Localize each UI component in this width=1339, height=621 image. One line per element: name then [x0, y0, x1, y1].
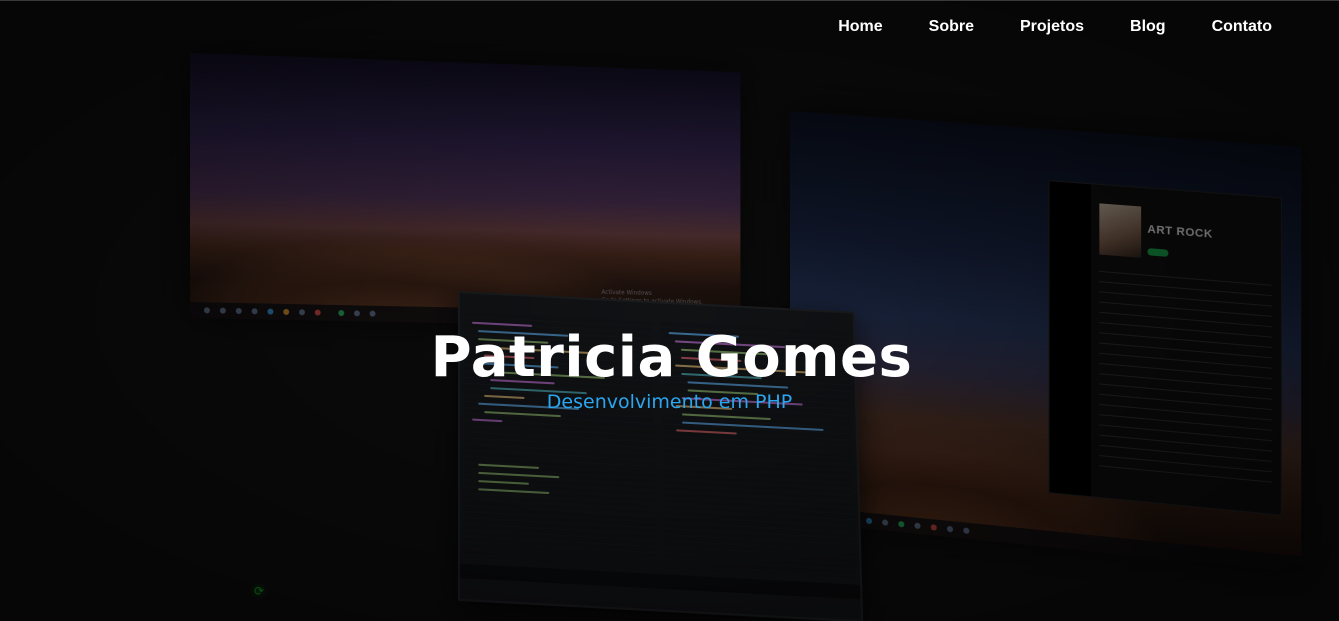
- nav-projetos-link[interactable]: Projetos: [997, 15, 1107, 39]
- nav-sobre-link[interactable]: Sobre: [906, 15, 997, 39]
- nav-home-link[interactable]: Home: [815, 15, 905, 39]
- hero-section: Activate Windows Go to Settings to activ…: [0, 0, 1339, 621]
- hero-title: Patricia Gomes: [430, 325, 913, 390]
- playlist-cover: [1099, 203, 1142, 258]
- playlist-title: ART ROCK: [1147, 223, 1213, 241]
- nav-blog-link[interactable]: Blog: [1107, 15, 1189, 39]
- mouse-glow-icon: ⟳: [254, 584, 265, 598]
- nav-contato-link[interactable]: Contato: [1189, 15, 1295, 39]
- hero-subtitle: Desenvolvimento em PHP: [546, 391, 793, 413]
- left-monitor: Activate Windows Go to Settings to activ…: [190, 53, 741, 329]
- hero-text: Patricia Gomes Desenvolvimento em PHP: [0, 321, 1339, 413]
- main-nav: Home Sobre Projetos Blog Contato: [815, 15, 1295, 39]
- play-button-graphic: [1147, 248, 1169, 257]
- hero-background-image: Activate Windows Go to Settings to activ…: [0, 1, 1339, 621]
